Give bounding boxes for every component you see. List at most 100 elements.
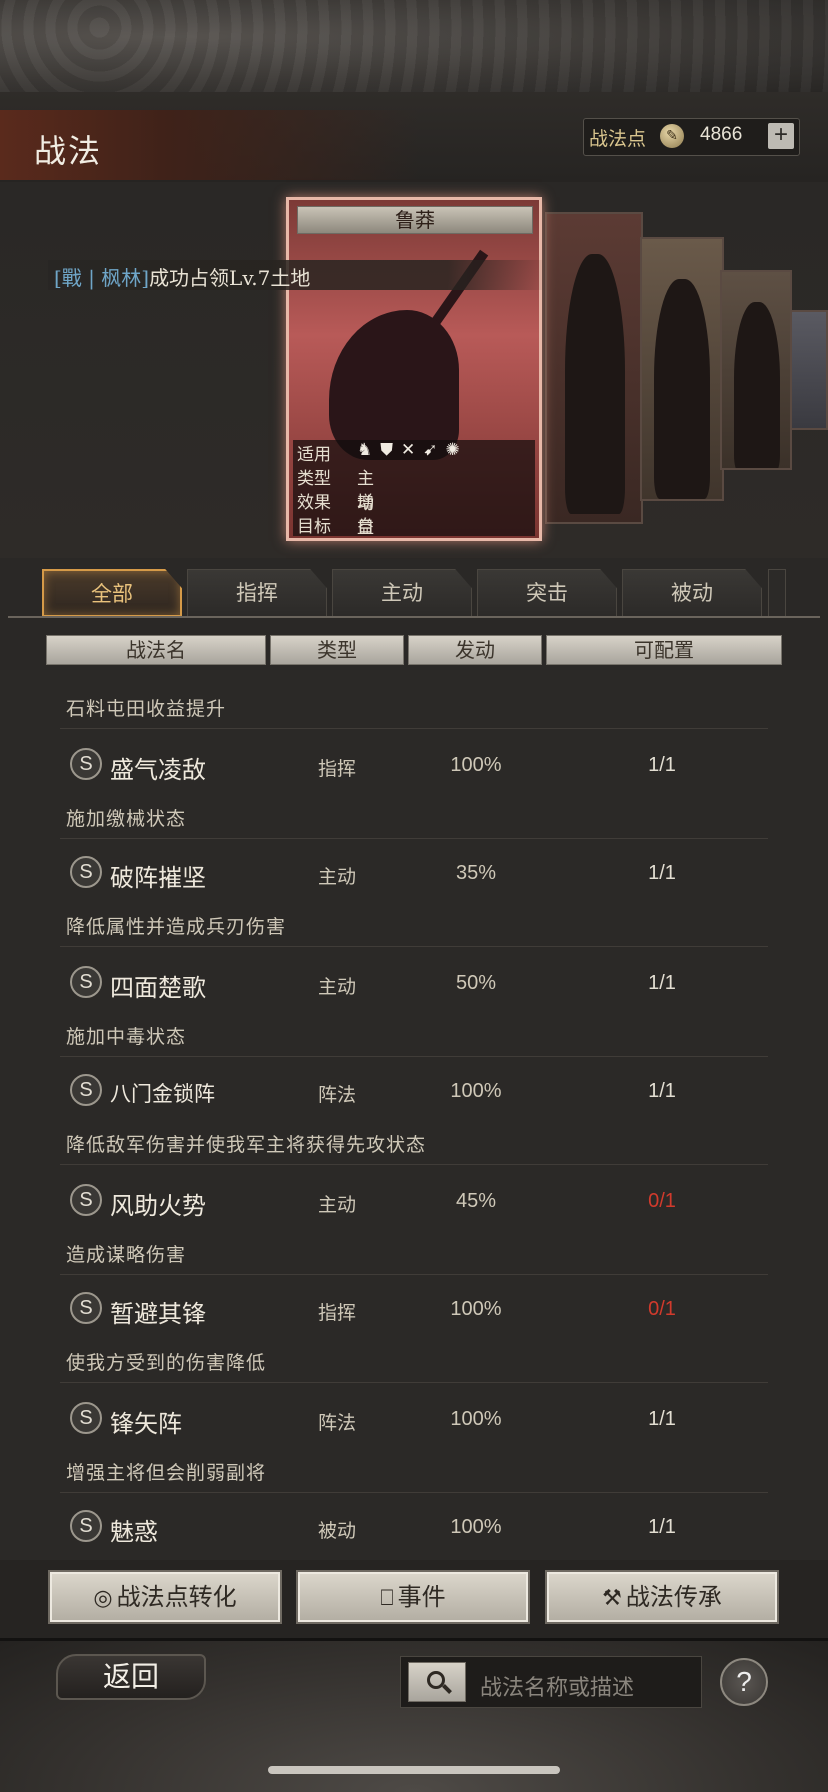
back-button[interactable]: 返回 <box>56 1654 206 1700</box>
skill-rate: 35% <box>455 862 497 884</box>
column-type[interactable]: 类型 <box>270 635 404 665</box>
skill-type: 阵法 <box>317 1084 356 1106</box>
event-tag[interactable]: [戰 | 枫林] <box>54 266 149 290</box>
hammer-icon: ⚒ <box>602 1586 622 1611</box>
tab-command[interactable]: 指挥 <box>187 569 327 617</box>
row-divider <box>60 1492 768 1493</box>
skill-card-back[interactable] <box>640 237 724 501</box>
skill-name: 暂避其锋 <box>110 1300 206 1328</box>
skill-description: 造成谋略伤害 <box>66 1244 187 1266</box>
inherit-skill-button[interactable]: ⚒ 战法传承 <box>545 1570 779 1624</box>
skill-type: 主动 <box>317 976 356 998</box>
skill-config: 1/1 <box>648 1080 676 1102</box>
help-button[interactable]: ? <box>720 1658 768 1706</box>
skill-config: 1/1 <box>648 754 676 776</box>
footer-divider <box>0 1638 828 1641</box>
convert-points-button[interactable]: ◎ 战法点转化 <box>48 1570 282 1624</box>
card-info-panel: 适用 ♞⛊✕➹✺ 类型 主动 效果 增益 目标 自己 <box>293 440 535 538</box>
row-divider <box>60 1056 768 1057</box>
grade-badge: S <box>70 1184 102 1216</box>
skill-points-value: 4866 <box>700 124 743 145</box>
column-configurable[interactable]: 可配置 <box>546 635 782 665</box>
row-divider <box>60 838 768 839</box>
grade-badge: S <box>70 856 102 888</box>
skill-name: 八门金锁阵 <box>110 1082 215 1106</box>
tab-passive[interactable]: 被动 <box>622 569 762 617</box>
page-title: 战法 <box>34 132 103 170</box>
skill-card-back[interactable] <box>545 212 643 524</box>
search-button[interactable] <box>408 1662 466 1702</box>
skill-description: 施加缴械状态 <box>66 808 187 830</box>
tab-assault[interactable]: 突击 <box>477 569 617 617</box>
grade-badge: S <box>70 1402 102 1434</box>
tab-all[interactable]: 全部 <box>42 569 182 617</box>
skill-config: 1/1 <box>648 1408 676 1430</box>
grade-badge: S <box>70 1074 102 1106</box>
home-indicator[interactable] <box>268 1766 560 1774</box>
skill-points-label: 战法点 <box>589 128 647 150</box>
skill-config: 1/1 <box>648 1516 676 1538</box>
grade-badge: S <box>70 1510 102 1542</box>
skill-type: 指挥 <box>317 1302 356 1324</box>
troop-type-icons: ♞⛊✕➹✺ <box>357 440 468 460</box>
column-trigger-rate[interactable]: 发动 <box>408 635 542 665</box>
card-row-value: 自己 <box>357 517 374 537</box>
quill-coin-icon: ✎ <box>660 124 684 148</box>
grade-badge: S <box>70 966 102 998</box>
card-art-figure <box>329 310 459 460</box>
events-label: 事件 <box>397 1583 446 1611</box>
scroll-alert-icon: ⎕ <box>380 1586 394 1611</box>
skill-name: 风助火势 <box>110 1192 206 1220</box>
column-skill-name[interactable]: 战法名 <box>46 635 266 665</box>
skill-name: 盛气凌敌 <box>110 756 206 784</box>
skill-description: 施加中毒状态 <box>66 1026 187 1048</box>
event-message: [戰 | 枫林]成功占领Lv.7土地 <box>54 262 310 291</box>
skill-config: 1/1 <box>648 972 676 994</box>
inherit-skill-label: 战法传承 <box>625 1583 722 1611</box>
search-placeholder: 战法名称或描述 <box>480 1676 635 1701</box>
skill-config: 1/1 <box>648 862 676 884</box>
skill-rate: 100% <box>450 754 502 776</box>
skill-description: 增强主将但会削弱副将 <box>66 1462 267 1484</box>
skill-type: 主动 <box>317 866 356 888</box>
row-divider <box>60 1164 768 1165</box>
skill-description: 降低敌军伤害并使我军主将获得先攻状态 <box>66 1134 427 1156</box>
skill-type: 被动 <box>317 1520 356 1542</box>
skill-name: 破阵摧坚 <box>110 864 206 892</box>
skill-rate: 100% <box>450 1298 502 1320</box>
add-points-button[interactable]: + <box>768 123 794 149</box>
skill-config: 0/1 <box>648 1298 676 1320</box>
skill-card-back[interactable] <box>790 310 828 430</box>
row-divider <box>60 946 768 947</box>
skill-description: 石料屯田收益提升 <box>66 698 227 720</box>
skill-list[interactable]: 石料屯田收益提升 S 盛气凌敌 指挥 100% 1/1 施加缴械状态 S 破阵摧… <box>0 670 828 1560</box>
convert-points-label: 战法点转化 <box>116 1583 237 1611</box>
selected-skill-card[interactable]: 鲁莽 适用 ♞⛊✕➹✺ 类型 主动 效果 增益 目标 自己 <box>286 197 542 541</box>
tab-overflow[interactable] <box>768 569 786 617</box>
skill-card-back[interactable] <box>720 270 792 470</box>
card-row-label: 适用 <box>297 445 331 465</box>
shield-icon: ⛊ <box>380 440 401 460</box>
skill-type: 指挥 <box>317 758 356 780</box>
row-divider <box>60 1382 768 1383</box>
event-text: 成功占领Lv.7土地 <box>149 266 311 290</box>
search-icon-handle <box>442 1684 452 1694</box>
grade-badge: S <box>70 748 102 780</box>
skill-description: 降低属性并造成兵刃伤害 <box>66 916 287 938</box>
grade-badge: S <box>70 1292 102 1324</box>
skill-rate: 45% <box>455 1190 497 1212</box>
tabs-divider <box>8 616 820 618</box>
card-skill-name: 鲁莽 <box>297 206 533 234</box>
skill-type: 阵法 <box>317 1412 356 1434</box>
swirl-icon: ◎ <box>93 1586 113 1611</box>
skill-rate: 50% <box>455 972 497 994</box>
skill-type: 主动 <box>317 1194 356 1216</box>
skill-description: 使我方受到的伤害降低 <box>66 1352 267 1374</box>
skill-name: 四面楚歌 <box>110 974 206 1002</box>
row-divider <box>60 728 768 729</box>
events-button[interactable]: ⎕ 事件 <box>296 1570 530 1624</box>
card-row-label: 类型 <box>297 469 331 489</box>
tab-active[interactable]: 主动 <box>332 569 472 617</box>
spear-icon: ➹ <box>423 440 446 460</box>
row-divider <box>60 1274 768 1275</box>
